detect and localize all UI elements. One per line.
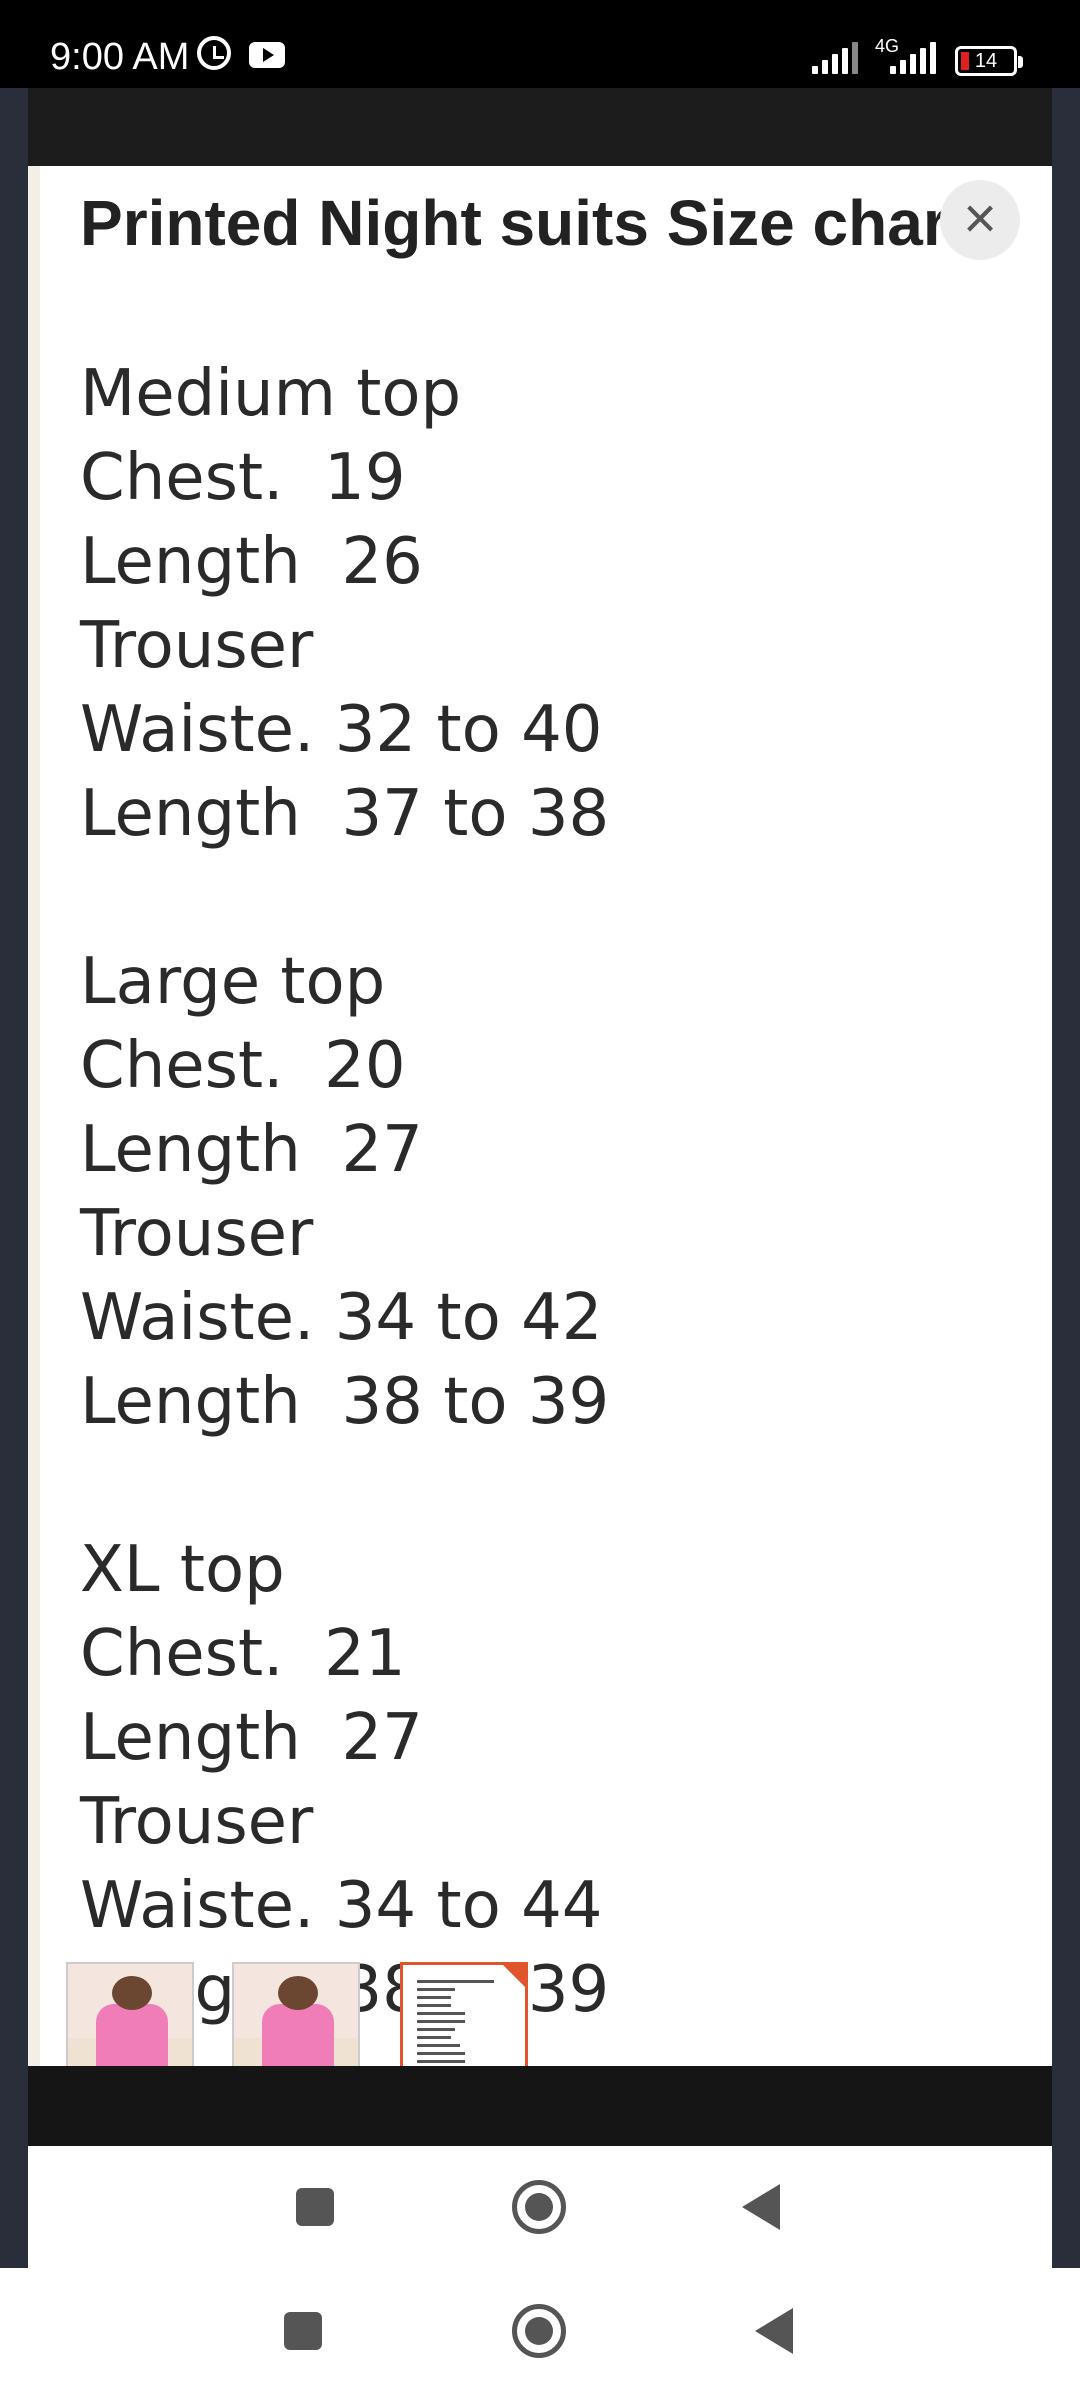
size-line: Waiste. 34 to 42 [80,1281,603,1355]
size-line: Large top [80,945,386,1019]
app-header-strip [28,88,1052,166]
size-line: Length 37 to 38 [80,777,610,851]
back-icon[interactable] [742,2184,780,2230]
viewer-bottom-bar [28,2066,1052,2146]
size-chart-title: Printed Night suits Size chart [80,187,970,259]
close-button[interactable]: × [940,180,1020,260]
size-line: Waiste. 34 to 44 [80,1869,603,1943]
home-icon[interactable] [512,2180,566,2234]
size-line: Chest. 20 [80,1029,406,1103]
navigation-bar-inner [28,2146,1052,2268]
size-line: Trouser [80,1785,314,1859]
size-chart-text: Medium top Chest. 19 Length 26 Trouser Waist… [80,352,609,2032]
size-line: XL top [80,1533,285,1607]
status-time: 9:00 AM [50,36,190,78]
size-line: Trouser [80,1197,314,1271]
battery-icon: 14 [955,46,1023,76]
recents-icon[interactable] [284,2312,322,2350]
mini-size-chart [417,1975,513,2068]
battery-level: 14 [974,50,998,72]
selected-marker [503,1965,525,1987]
status-bar: 9:00 AM 4G 14 [0,0,1080,88]
signal-icon [812,38,860,74]
back-icon[interactable] [755,2308,793,2354]
navigation-bar [0,2268,1080,2400]
model-head [278,1976,318,2010]
size-line: Chest. 19 [80,441,406,515]
size-line: Length 38 to 39 [80,1365,610,1439]
model-head [112,1976,152,2010]
image-viewer[interactable]: Printed Night suits Size chart × Medium … [28,166,1052,2066]
image-edge [28,166,40,2066]
size-line: Chest. 21 [80,1617,406,1691]
size-line: Waiste. 32 to 40 [80,693,603,767]
size-line: Length 27 [80,1113,423,1187]
size-line: Trouser [80,609,314,683]
right-edge [1052,88,1080,2268]
close-icon: × [963,186,997,251]
recents-icon[interactable] [296,2188,334,2226]
signal-icon-2 [890,38,938,74]
size-line: Length 27 [80,1701,423,1775]
size-line: Medium top [80,357,462,431]
size-line: Length 26 [80,525,423,599]
alarm-icon [197,36,231,70]
left-edge [0,88,28,2268]
home-icon[interactable] [512,2304,566,2358]
youtube-icon [249,42,285,68]
